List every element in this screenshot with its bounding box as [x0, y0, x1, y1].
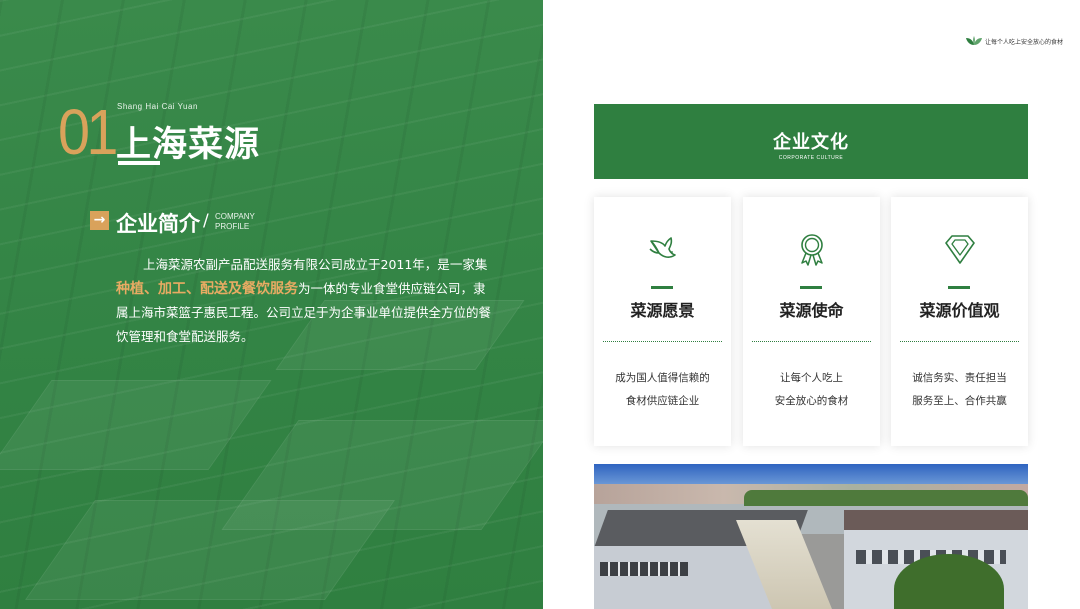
facility-photo	[594, 464, 1028, 609]
vision-card: 菜源愿景 成为国人值得信赖的 食材供应链企业	[594, 197, 731, 446]
page-title: 上海菜源	[116, 125, 261, 165]
culture-english: CORPORATE CULTURE	[778, 155, 844, 161]
photo-roof-right	[844, 510, 1028, 532]
culture-title: 企业文化	[773, 132, 849, 153]
title-pinyin: Shang Hai Cai Yuan	[117, 102, 198, 111]
slogan-text: 让每个人吃上安全放心的食材	[985, 38, 1064, 46]
intro-panel: 01 Shang Hai Cai Yuan 上海菜源 → 企业简介 / COMP…	[0, 0, 543, 609]
card-accent-bar	[651, 286, 673, 289]
card-accent-bar	[948, 286, 970, 289]
mission-card: 菜源使命 让每个人吃上 安全放心的食材	[743, 197, 880, 446]
card-text-line: 让每个人吃上	[780, 372, 843, 384]
leaf-logo-icon	[966, 36, 982, 45]
section-subtitle: 企业简介	[116, 212, 200, 236]
section-number: 01	[58, 96, 118, 168]
card-text-line: 安全放心的食材	[774, 395, 849, 407]
arrow-right-icon: →	[90, 211, 109, 230]
values-card: 菜源价值观 诚信务实、责任担当 服务至上、合作共赢	[891, 197, 1028, 446]
title-underline	[118, 161, 160, 165]
photo-trees	[744, 490, 1028, 506]
card-text-line: 成为国人值得信赖的	[615, 372, 710, 384]
diamond-icon	[944, 235, 975, 264]
card-divider	[752, 341, 871, 342]
card-divider	[603, 341, 722, 342]
slogan-header: 让每个人吃上安全放心的食材	[966, 35, 1063, 47]
card-text-line: 服务至上、合作共赢	[912, 395, 1007, 407]
card-title: 菜源愿景	[630, 301, 695, 320]
medal-icon	[800, 234, 823, 266]
card-text-line: 诚信务实、责任担当	[912, 372, 1007, 384]
card-title: 菜源使命	[779, 301, 844, 320]
card-text-line: 食材供应链企业	[625, 395, 700, 407]
subtitle-slash: /	[203, 211, 209, 231]
corporate-culture-banner: 企业文化 CORPORATE CULTURE	[594, 104, 1028, 179]
card-accent-bar	[800, 286, 822, 289]
card-divider	[900, 341, 1019, 342]
intro-text-part1: 上海菜源农副产品配送服务有限公司成立于2011年，是一家集	[143, 257, 488, 272]
company-intro: 上海菜源农副产品配送服务有限公司成立于2011年，是一家集种植、加工、配送及餐饮…	[116, 253, 494, 349]
subtitle-english: COMPANY PROFILE	[215, 212, 255, 231]
photo-windows	[600, 562, 688, 576]
intro-highlight: 种植、加工、配送及餐饮服务	[116, 281, 298, 297]
dove-icon	[648, 237, 676, 258]
card-title: 菜源价值观	[919, 301, 1000, 320]
